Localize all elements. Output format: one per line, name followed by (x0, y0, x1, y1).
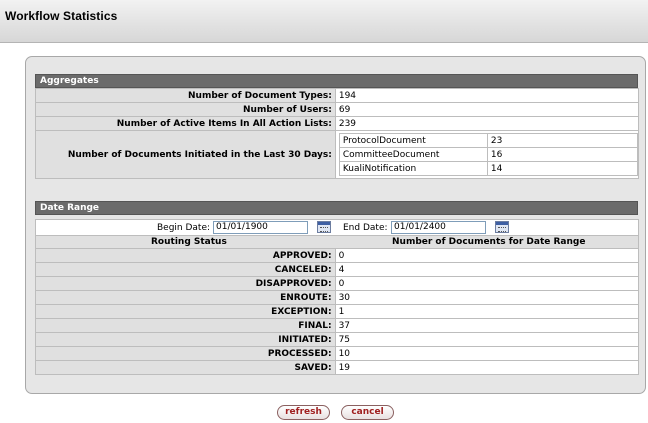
table-row: Number of Active Items In All Action Lis… (35, 116, 640, 131)
status-label: EXCEPTION: (35, 304, 336, 319)
table-row: ProtocolDocument 23 (338, 133, 639, 148)
aggregates-table: Number of Document Types: 194 Number of … (35, 88, 640, 179)
initiated-cell: ProtocolDocument 23 CommitteeDocument 16… (334, 130, 640, 179)
table-row: APPROVED: 0 (35, 248, 640, 263)
table-row: FINAL: 37 (35, 318, 640, 333)
status-label: PROCESSED: (35, 346, 336, 361)
status-count: 1 (334, 304, 640, 319)
status-count: 75 (334, 332, 640, 347)
refresh-button[interactable]: refresh (277, 405, 330, 420)
status-count: 4 (334, 262, 640, 277)
date-range-title: Date Range (40, 203, 100, 213)
begin-date-input[interactable]: 01/01/1900 (213, 221, 308, 234)
status-count: 30 (334, 290, 640, 305)
doc-type-count: 14 (486, 161, 639, 176)
cancel-button[interactable]: cancel (341, 405, 394, 420)
table-row: EXCEPTION: 1 (35, 304, 640, 319)
status-label: FINAL: (35, 318, 336, 333)
table-row: DISAPPROVED: 0 (35, 276, 640, 291)
table-row: Number of Documents Initiated in the Las… (35, 130, 640, 179)
users-label: Number of Users: (35, 102, 336, 117)
doc-type-name: ProtocolDocument (338, 133, 488, 148)
table-row: CANCELED: 4 (35, 262, 640, 277)
table-row: Number of Users: 69 (35, 102, 640, 117)
statistics-panel: Aggregates Number of Document Types: 194… (25, 56, 646, 394)
end-date-input[interactable]: 01/01/2400 (391, 221, 486, 234)
status-label: SAVED: (35, 360, 336, 375)
table-row: ENROUTE: 30 (35, 290, 640, 305)
doc-type-name: KualiNotification (338, 161, 488, 176)
status-count: 10 (334, 346, 640, 361)
routing-column-header: Routing Status Number of Documents for D… (35, 235, 639, 249)
routing-status-table: APPROVED: 0 CANCELED: 4 DISAPPROVED: 0 E… (35, 248, 640, 375)
calendar-icon[interactable] (317, 221, 331, 233)
routing-status-header: Routing Status (151, 237, 227, 247)
status-count: 37 (334, 318, 640, 333)
status-count: 0 (334, 248, 640, 263)
aggregates-header: Aggregates (35, 74, 638, 88)
doc-type-name: CommitteeDocument (338, 147, 488, 162)
active-items-value: 239 (334, 116, 640, 131)
status-label: DISAPPROVED: (35, 276, 336, 291)
calendar-icon[interactable] (495, 221, 509, 233)
doc-count-header: Number of Documents for Date Range (392, 237, 586, 247)
doc-type-count: 16 (486, 147, 639, 162)
initiated-label: Number of Documents Initiated in the Las… (35, 130, 336, 179)
users-value: 69 (334, 102, 640, 117)
status-label: APPROVED: (35, 248, 336, 263)
document-types-value: 194 (334, 88, 640, 103)
doc-type-count: 23 (486, 133, 639, 148)
table-row: CommitteeDocument 16 (338, 147, 639, 162)
date-range-header: Date Range (35, 201, 638, 215)
table-row: INITIATED: 75 (35, 332, 640, 347)
aggregates-title: Aggregates (40, 76, 99, 86)
status-count: 19 (334, 360, 640, 375)
status-label: ENROUTE: (35, 290, 336, 305)
active-items-label: Number of Active Items In All Action Lis… (35, 116, 336, 131)
document-types-label: Number of Document Types: (35, 88, 336, 103)
table-row: SAVED: 19 (35, 360, 640, 375)
table-row: PROCESSED: 10 (35, 346, 640, 361)
page-title: Workflow Statistics (5, 9, 118, 23)
table-row: Number of Document Types: 194 (35, 88, 640, 103)
begin-date-label: Begin Date: (157, 223, 211, 233)
status-label: INITIATED: (35, 332, 336, 347)
initiated-table: ProtocolDocument 23 CommitteeDocument 16… (338, 133, 639, 176)
status-count: 0 (334, 276, 640, 291)
end-date-label: End Date: (343, 223, 388, 233)
page-header: Workflow Statistics (0, 0, 648, 43)
table-row: KualiNotification 14 (338, 161, 639, 176)
status-label: CANCELED: (35, 262, 336, 277)
